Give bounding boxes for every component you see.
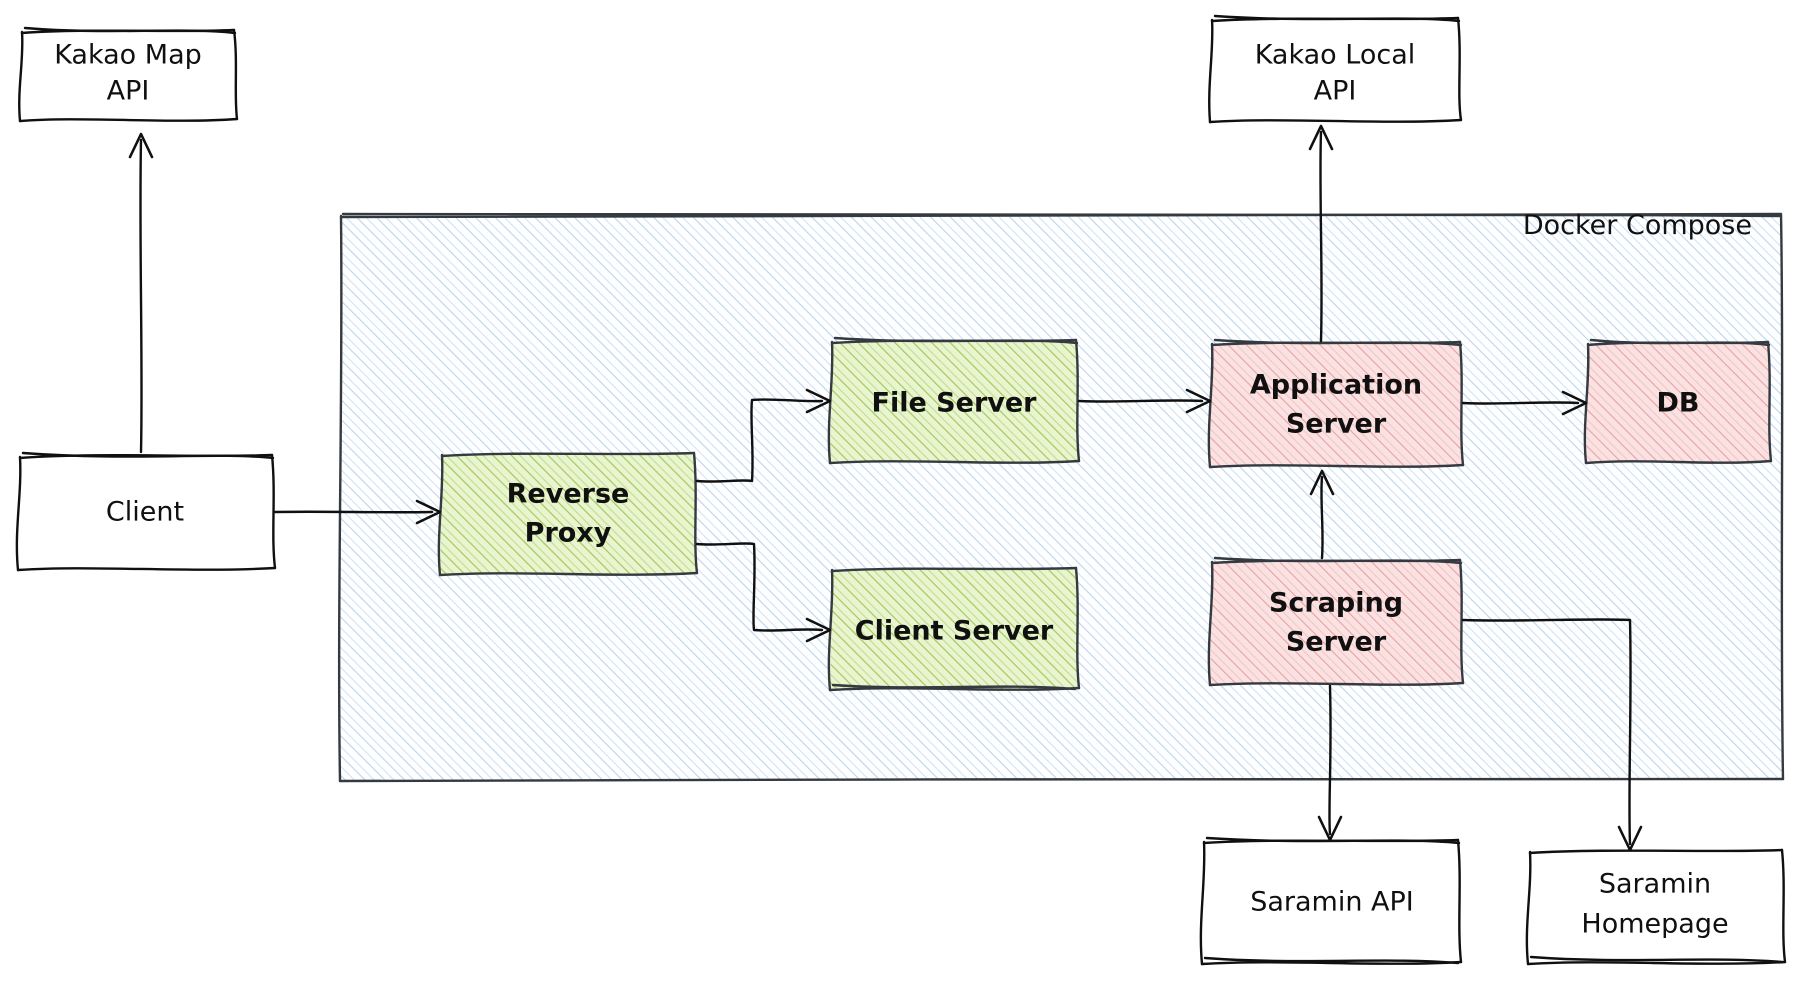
- node-label-line1: File Server: [872, 388, 1038, 419]
- node-client[interactable]: Client: [15, 451, 277, 572]
- node-kakao-map-api[interactable]: Kakao Map API: [18, 26, 239, 123]
- node-label-line1: Saramin API: [1250, 887, 1414, 918]
- node-kakao-local-api[interactable]: Kakao Local API: [1208, 14, 1463, 124]
- diagram-canvas: Docker Compose Kakao Map API Kakao Local…: [15, 14, 1787, 966]
- node-db[interactable]: DB: [1583, 338, 1773, 465]
- architecture-diagram: Docker Compose Kakao Map API Kakao Local…: [0, 0, 1802, 982]
- node-reverse-proxy[interactable]: Reverse Proxy: [437, 451, 699, 577]
- node-label-line1: Kakao Map: [54, 40, 202, 71]
- container-label: Docker Compose: [1523, 210, 1752, 241]
- edge-client-to-kakao-map-api: [128, 132, 154, 454]
- node-label-line2: Proxy: [525, 518, 612, 549]
- node-client-server[interactable]: Client Server: [827, 566, 1081, 692]
- node-label-line2: Server: [1286, 409, 1387, 440]
- node-label-line1: Reverse: [507, 479, 630, 510]
- node-label-line1: Client: [106, 497, 184, 528]
- node-label-line1: Application: [1250, 370, 1422, 401]
- node-label-line2: API: [107, 76, 150, 107]
- node-label-line2: API: [1314, 76, 1357, 107]
- node-label-line1: DB: [1657, 388, 1700, 419]
- node-scraping-server[interactable]: Scraping Server: [1207, 556, 1465, 687]
- node-label-line1: Client Server: [855, 616, 1054, 647]
- node-saramin-homepage[interactable]: Saramin Homepage: [1525, 848, 1787, 966]
- node-file-server[interactable]: File Server: [827, 336, 1081, 465]
- node-label-line2: Homepage: [1581, 909, 1728, 940]
- node-saramin-api[interactable]: Saramin API: [1199, 836, 1463, 966]
- node-label-line1: Kakao Local: [1255, 40, 1416, 71]
- node-label-line2: Server: [1286, 627, 1387, 658]
- node-application-server[interactable]: Application Server: [1207, 338, 1465, 469]
- node-label-line1: Saramin: [1599, 869, 1711, 900]
- node-label-line1: Scraping: [1269, 588, 1403, 619]
